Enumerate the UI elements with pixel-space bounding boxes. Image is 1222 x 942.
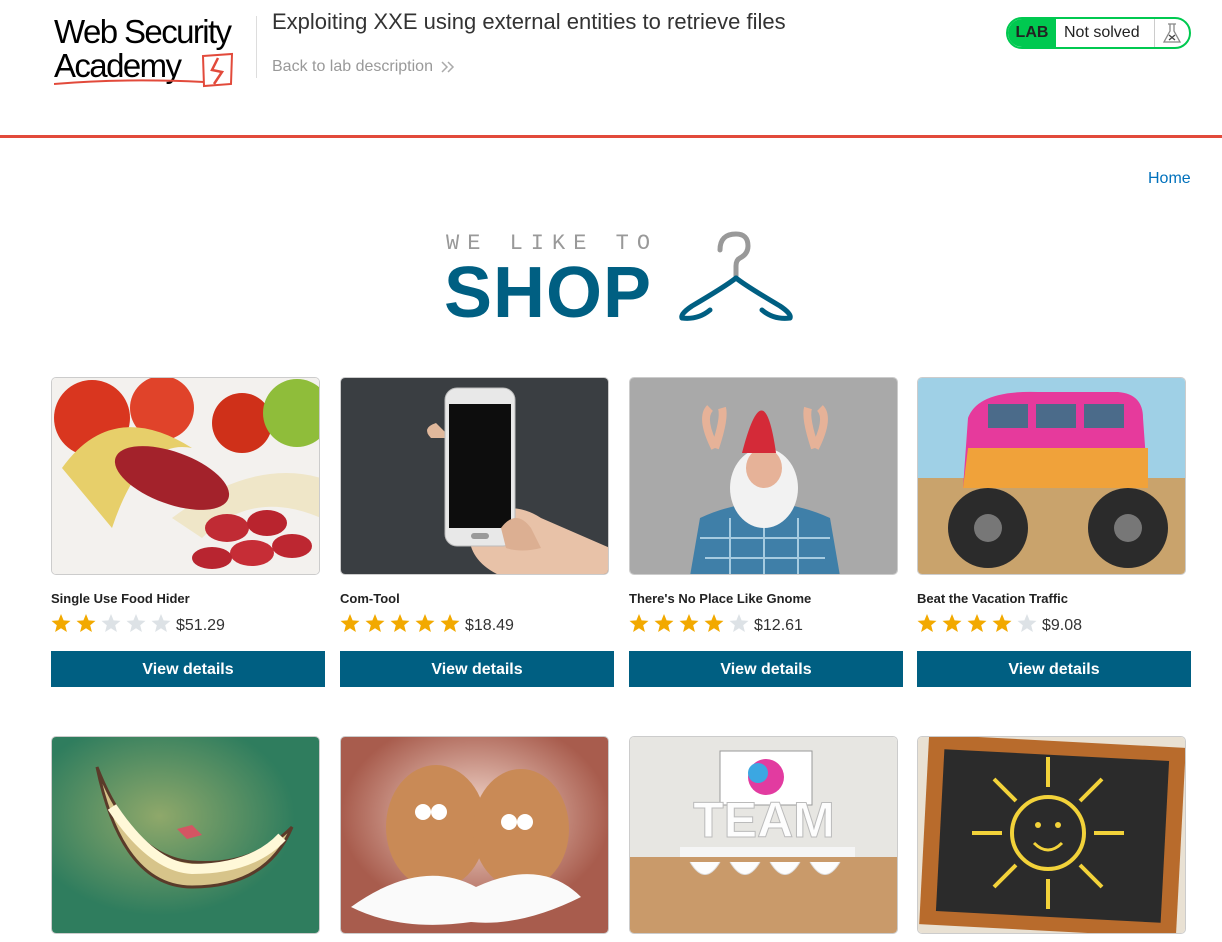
back-link-label: Back to lab description xyxy=(272,58,433,75)
view-details-button[interactable]: View details xyxy=(340,651,614,687)
banner-title: SHOP xyxy=(444,253,653,333)
view-details-button[interactable]: View details xyxy=(917,651,1191,687)
rating-stars xyxy=(917,613,1042,637)
product-price: $18.49 xyxy=(465,617,514,634)
product-name: Single Use Food Hider xyxy=(51,591,190,606)
logo-bolt-icon xyxy=(54,52,234,88)
product-price: $9.08 xyxy=(1042,617,1083,634)
lab-header: Web Security Academy Exploiting XXE usin… xyxy=(0,0,1222,136)
grin-image xyxy=(51,736,320,934)
star-rating-icon xyxy=(917,614,1037,632)
product-name: Com-Tool xyxy=(340,591,400,606)
product-name: Beat the Vacation Traffic xyxy=(917,591,1068,606)
rating-stars xyxy=(340,613,465,637)
product-price: $12.61 xyxy=(754,617,803,634)
food-hider-image xyxy=(51,377,320,575)
svg-text:TEAM: TEAM xyxy=(693,792,835,848)
flask-icon xyxy=(1154,19,1189,47)
shop-banner: WE LIKE TO SHOP xyxy=(440,228,800,333)
lab-tag: LAB xyxy=(1008,19,1056,47)
view-details-button[interactable]: View details xyxy=(51,651,325,687)
star-rating-icon xyxy=(51,614,171,632)
academy-logo[interactable]: Web Security Academy xyxy=(54,14,254,88)
smartphone-image xyxy=(340,377,609,575)
product-name: There's No Place Like Gnome xyxy=(629,591,812,606)
home-link[interactable]: Home xyxy=(1148,170,1191,188)
monster-van-image xyxy=(917,377,1186,575)
product-price: $51.29 xyxy=(176,617,225,634)
lab-status-badge: LAB Not solved xyxy=(1006,17,1191,49)
view-details-button[interactable]: View details xyxy=(629,651,903,687)
rating-stars xyxy=(51,613,176,637)
star-rating-icon xyxy=(340,614,460,632)
double-chevron-right-icon xyxy=(441,61,455,73)
star-rating-icon xyxy=(629,614,749,632)
header-divider xyxy=(256,16,257,78)
back-to-description-link[interactable]: Back to lab description xyxy=(272,58,455,76)
rating-stars xyxy=(629,613,754,637)
lab-status-text: Not solved xyxy=(1064,24,1140,41)
sun-chalkboard-image xyxy=(917,736,1186,934)
team-image: TEAM xyxy=(629,736,898,934)
gnome-image xyxy=(629,377,898,575)
eggs-image xyxy=(340,736,609,934)
hanger-icon xyxy=(679,231,793,321)
lab-title: Exploiting XXE using external entities t… xyxy=(272,9,786,34)
header-rule xyxy=(0,135,1222,138)
